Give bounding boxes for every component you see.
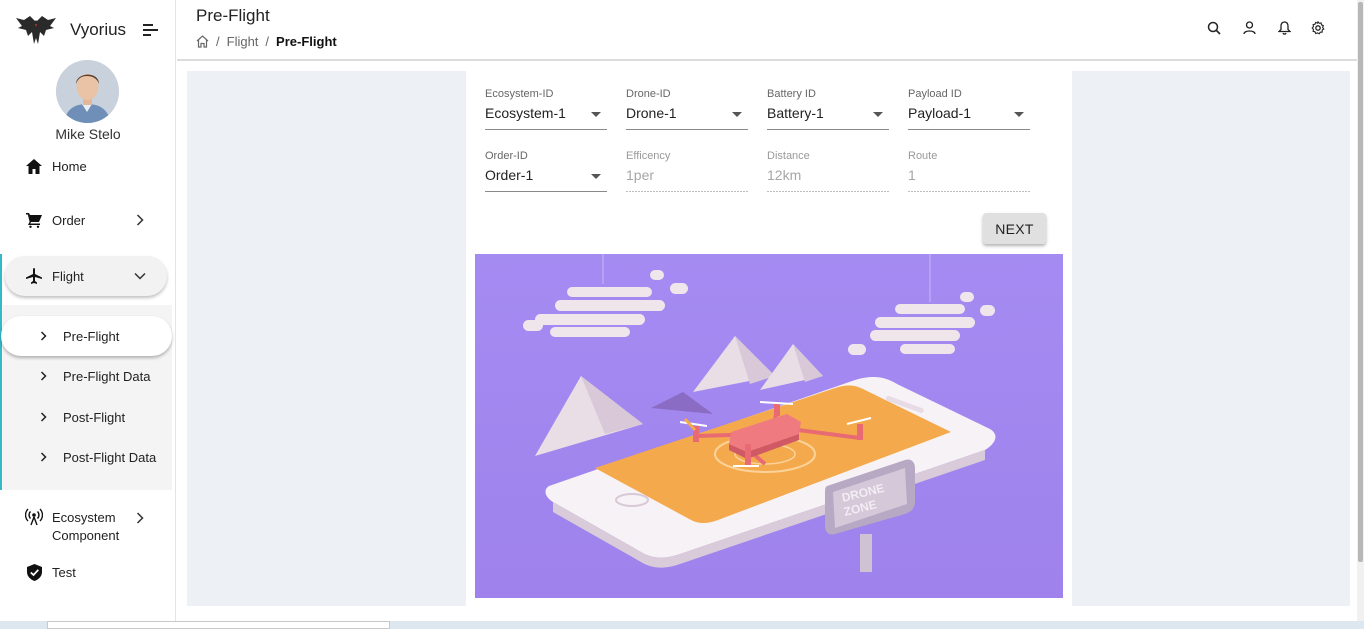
shield-check-icon bbox=[24, 562, 44, 582]
sidebar-item-label: Home bbox=[52, 158, 87, 174]
field-label: Route bbox=[908, 150, 938, 162]
brand-name: Vyorius bbox=[70, 20, 127, 39]
antenna-icon bbox=[24, 507, 44, 527]
avatar[interactable] bbox=[56, 60, 119, 123]
order-id-select[interactable]: Order-ID Order-1 bbox=[485, 150, 607, 192]
user-icon[interactable] bbox=[1241, 20, 1257, 36]
top-header: Pre-Flight / Flight / Pre-Flight bbox=[177, 0, 1360, 61]
chevron-right-icon bbox=[40, 369, 50, 383]
distance-field: Distance 12km bbox=[767, 150, 889, 192]
sidebar-item-label: Order bbox=[52, 212, 86, 228]
breadcrumb-flight-link[interactable]: Flight bbox=[227, 34, 259, 49]
battery-id-select[interactable]: Battery ID Battery-1 bbox=[767, 88, 889, 130]
dropdown-arrow-icon bbox=[591, 112, 601, 117]
drone-zone-illustration: DRONE ZONE bbox=[475, 254, 1063, 598]
chevron-right-icon bbox=[40, 329, 50, 343]
field-label: Ecosystem-ID bbox=[485, 88, 554, 100]
chevron-down-icon bbox=[133, 269, 147, 283]
field-label: Order-ID bbox=[485, 150, 528, 162]
field-value: 12km bbox=[767, 167, 802, 183]
submenu-item-label: Pre-Flight Data bbox=[63, 369, 151, 384]
breadcrumb-separator: / bbox=[265, 34, 270, 49]
sidebar-item-ecosystem-component[interactable]: Ecosystem Component bbox=[0, 505, 176, 545]
field-value: 1per bbox=[626, 167, 655, 183]
field-label: Drone-ID bbox=[626, 88, 671, 100]
field-label: Payload ID bbox=[908, 88, 962, 100]
payload-id-select[interactable]: Payload ID Payload-1 bbox=[908, 88, 1030, 130]
breadcrumb: / Flight / Pre-Flight bbox=[196, 34, 337, 49]
home-icon bbox=[24, 156, 44, 176]
sidebar-item-order[interactable]: Order bbox=[0, 200, 176, 240]
submenu-item-post-flight-data[interactable]: Post-Flight Data bbox=[0, 439, 172, 475]
field-value: Order-1 bbox=[485, 167, 534, 183]
brand-logo[interactable] bbox=[14, 12, 58, 48]
sidebar-item-home[interactable]: Home bbox=[0, 146, 176, 186]
submenu-item-pre-flight[interactable]: Pre-Flight bbox=[0, 318, 172, 354]
field-value: Ecosystem-1 bbox=[485, 105, 566, 121]
sidebar: Vyorius Mike Stelo Home Order Flight Pre… bbox=[0, 0, 176, 629]
route-field: Route 1 bbox=[908, 150, 1030, 192]
home-icon[interactable] bbox=[196, 35, 209, 48]
sidebar-item-label: Test bbox=[52, 564, 76, 580]
chevron-right-icon bbox=[40, 410, 50, 424]
cart-icon bbox=[24, 210, 44, 230]
sidebar-item-label: Flight bbox=[52, 268, 84, 284]
page-title: Pre-Flight bbox=[196, 6, 270, 25]
submenu-item-label: Post-Flight bbox=[63, 410, 126, 425]
field-value: Battery-1 bbox=[767, 105, 824, 121]
breadcrumb-separator: / bbox=[216, 34, 220, 49]
field-label: Battery ID bbox=[767, 88, 816, 100]
field-value: Payload-1 bbox=[908, 105, 972, 121]
ecosystem-id-select[interactable]: Ecosystem-ID Ecosystem-1 bbox=[485, 88, 607, 130]
bell-icon[interactable] bbox=[1276, 20, 1292, 36]
drone-id-select[interactable]: Drone-ID Drone-1 bbox=[626, 88, 748, 130]
sidebar-item-test[interactable]: Test bbox=[0, 552, 176, 592]
sidebar-item-flight[interactable]: Flight bbox=[0, 256, 176, 296]
dropdown-arrow-icon bbox=[873, 112, 883, 117]
field-value: 1 bbox=[908, 167, 916, 183]
submenu-item-pre-flight-data[interactable]: Pre-Flight Data bbox=[0, 358, 172, 394]
submenu-item-post-flight[interactable]: Post-Flight bbox=[0, 399, 172, 435]
bottom-strip-box bbox=[47, 621, 390, 629]
chevron-right-icon bbox=[133, 511, 147, 525]
next-button[interactable]: NEXT bbox=[983, 213, 1046, 244]
breadcrumb-current: Pre-Flight bbox=[276, 34, 337, 49]
user-name: Mike Stelo bbox=[55, 126, 121, 142]
eagle-logo-icon bbox=[16, 16, 56, 44]
field-value: Drone-1 bbox=[626, 105, 677, 121]
chevron-right-icon bbox=[133, 213, 147, 227]
sidebar-item-label: Ecosystem Component bbox=[52, 510, 120, 543]
airplane-icon bbox=[24, 266, 44, 286]
submenu-item-label: Pre-Flight bbox=[63, 329, 120, 344]
dropdown-arrow-icon bbox=[1014, 112, 1024, 117]
field-label: Efficency bbox=[626, 150, 671, 162]
menu-toggle-icon[interactable] bbox=[143, 23, 158, 41]
chevron-right-icon bbox=[40, 450, 50, 464]
efficiency-field: Efficency 1per bbox=[626, 150, 748, 192]
search-icon[interactable] bbox=[1206, 20, 1222, 36]
dropdown-arrow-icon bbox=[591, 174, 601, 179]
submenu-item-label: Post-Flight Data bbox=[63, 450, 157, 465]
gear-icon[interactable] bbox=[1310, 20, 1326, 36]
field-label: Distance bbox=[767, 150, 810, 162]
dropdown-arrow-icon bbox=[732, 112, 742, 117]
page-scrollbar-thumb[interactable] bbox=[1358, 2, 1363, 562]
